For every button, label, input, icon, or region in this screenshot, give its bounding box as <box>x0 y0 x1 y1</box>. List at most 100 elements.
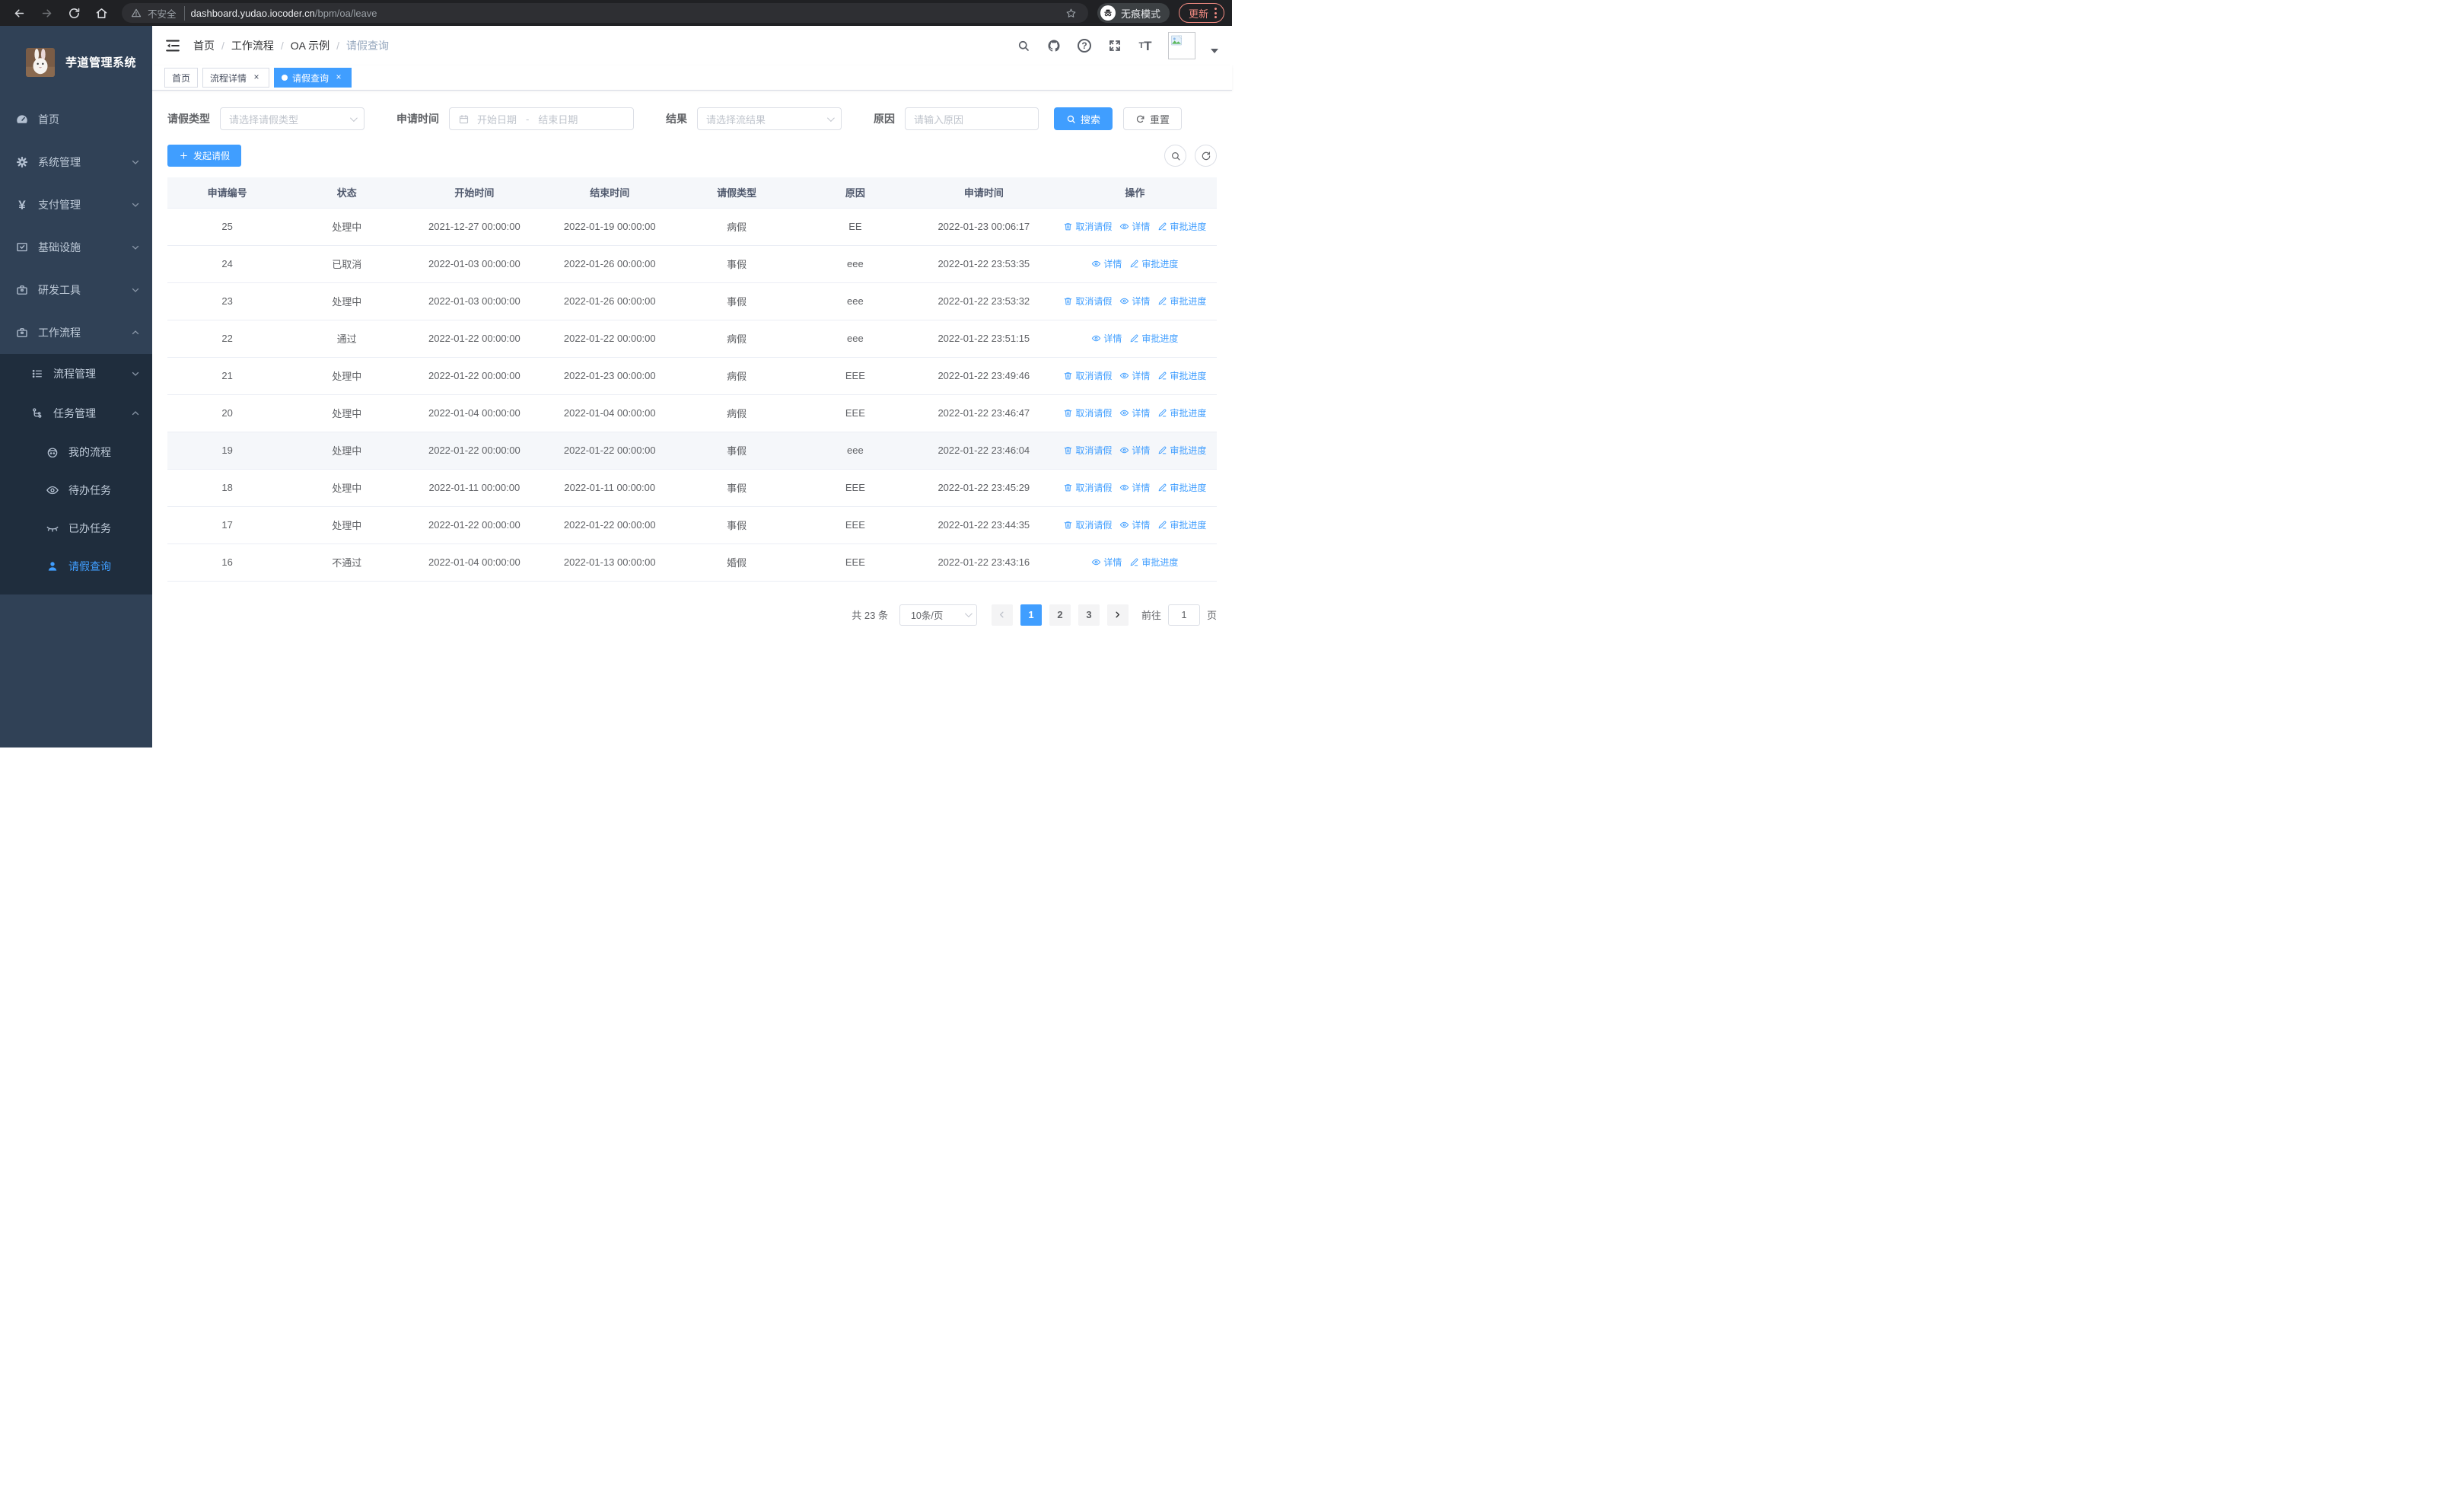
page-size-select[interactable]: 10条/页 <box>899 604 977 626</box>
search-icon <box>1067 115 1075 123</box>
plus-icon <box>180 152 187 159</box>
action-detail-link[interactable]: 详情 <box>1119 369 1150 382</box>
sidebar-item-infra[interactable]: 基础设施 <box>0 226 152 269</box>
page-button-2[interactable]: 2 <box>1049 604 1071 626</box>
breadcrumb-oa-example[interactable]: OA 示例 <box>291 38 329 53</box>
apply-time-range-picker[interactable]: 开始日期 - 结束日期 <box>449 107 634 130</box>
action-detail-link[interactable]: 详情 <box>1091 556 1122 569</box>
reason-input[interactable]: 请输入原因 <box>905 107 1039 130</box>
sidebar-item-leave-query[interactable]: 请假查询 <box>0 547 152 585</box>
leave-type-select[interactable]: 请选择请假类型 <box>220 107 365 130</box>
browser-update-button[interactable]: 更新 <box>1178 3 1224 23</box>
update-label[interactable]: 更新 <box>1189 6 1208 21</box>
action-cancel-link[interactable]: 取消请假 <box>1063 220 1112 233</box>
security-label[interactable]: 不安全 <box>148 5 185 21</box>
action-progress-link[interactable]: 审批进度 <box>1157 295 1206 308</box>
sidebar-item-system[interactable]: 系统管理 <box>0 141 152 183</box>
cell-id: 20 <box>167 394 288 432</box>
tab-home[interactable]: 首页 <box>164 68 199 88</box>
action-progress-link[interactable]: 审批进度 <box>1129 556 1178 569</box>
action-progress-link[interactable]: 审批进度 <box>1157 220 1206 233</box>
tab-process-detail[interactable]: 流程详情 × <box>202 68 270 88</box>
page-button-1[interactable]: 1 <box>1020 604 1042 626</box>
cell-start: 2022-01-22 00:00:00 <box>406 432 543 470</box>
sidebar-item-task-mgmt[interactable]: 任务管理 <box>0 394 152 433</box>
browser-reload-icon[interactable] <box>62 3 85 23</box>
tab-leave-query[interactable]: 请假查询 × <box>274 68 352 88</box>
cell-end: 2022-01-22 00:00:00 <box>542 506 678 544</box>
pen-icon <box>1159 483 1167 491</box>
sidebar-item-payment[interactable]: ¥ 支付管理 <box>0 183 152 226</box>
cell-actions: 详情 审批进度 <box>1052 320 1217 358</box>
action-detail-link[interactable]: 详情 <box>1119 481 1150 494</box>
sidebar-item-home[interactable]: 首页 <box>0 98 152 141</box>
font-size-icon[interactable]: TT <box>1138 38 1153 53</box>
header-search-icon[interactable] <box>1016 38 1031 53</box>
prev-page-button[interactable] <box>991 604 1013 626</box>
next-page-button[interactable] <box>1106 604 1129 626</box>
action-progress-link[interactable]: 审批进度 <box>1157 369 1206 382</box>
create-leave-button[interactable]: 发起请假 <box>167 145 242 167</box>
select-placeholder: 请选择流结果 <box>706 113 766 126</box>
action-cancel-link[interactable]: 取消请假 <box>1063 295 1112 308</box>
sidebar-item-devtools[interactable]: 研发工具 <box>0 269 152 311</box>
bookmark-star-icon[interactable] <box>1064 5 1079 21</box>
close-icon[interactable]: × <box>333 72 344 83</box>
goto-page-input[interactable] <box>1167 604 1200 626</box>
close-icon[interactable]: × <box>251 72 262 83</box>
github-icon[interactable] <box>1046 38 1062 53</box>
sidebar-item-todo-tasks[interactable]: 待办任务 <box>0 471 152 509</box>
action-cancel-link[interactable]: 取消请假 <box>1063 518 1112 531</box>
cell-type: 事假 <box>677 506 796 544</box>
sidebar-item-done-tasks[interactable]: 已办任务 <box>0 509 152 547</box>
action-detail-link[interactable]: 详情 <box>1091 257 1122 270</box>
sidebar-item-label: 请假查询 <box>68 560 111 572</box>
action-cancel-link[interactable]: 取消请假 <box>1063 481 1112 494</box>
page-button-3[interactable]: 3 <box>1078 604 1100 626</box>
action-label: 取消请假 <box>1075 295 1113 307</box>
browser-forward-icon[interactable] <box>35 3 58 23</box>
sidebar-collapse-icon[interactable] <box>164 37 181 54</box>
action-label: 审批进度 <box>1141 333 1179 344</box>
list-icon <box>30 367 44 381</box>
action-cancel-link[interactable]: 取消请假 <box>1063 369 1112 382</box>
avatar[interactable] <box>1168 32 1195 59</box>
sidebar-item-workflow[interactable]: 工作流程 <box>0 311 152 354</box>
browser-menu-icon[interactable] <box>1214 8 1217 18</box>
search-button[interactable]: 搜索 <box>1054 107 1113 130</box>
action-detail-link[interactable]: 详情 <box>1119 406 1150 419</box>
browser-back-icon[interactable] <box>8 3 30 23</box>
browser-home-icon[interactable] <box>90 3 113 23</box>
action-progress-link[interactable]: 审批进度 <box>1157 406 1206 419</box>
action-progress-link[interactable]: 审批进度 <box>1157 481 1206 494</box>
reset-button[interactable]: 重置 <box>1123 107 1183 130</box>
breadcrumb-workflow[interactable]: 工作流程 <box>231 38 274 53</box>
breadcrumb-separator: / <box>280 40 284 52</box>
refresh-table-button[interactable] <box>1195 145 1217 167</box>
address-bar[interactable]: 不安全 dashboard.yudao.iocoder.cn/bpm/oa/le… <box>122 3 1088 23</box>
action-cancel-link[interactable]: 取消请假 <box>1063 406 1112 419</box>
incognito-label: 无痕模式 <box>1120 8 1160 20</box>
action-detail-link[interactable]: 详情 <box>1091 332 1122 345</box>
action-detail-link[interactable]: 详情 <box>1119 295 1150 308</box>
action-progress-link[interactable]: 审批进度 <box>1157 518 1206 531</box>
action-cancel-link[interactable]: 取消请假 <box>1063 444 1112 457</box>
action-progress-link[interactable]: 审批进度 <box>1129 257 1178 270</box>
url-text[interactable]: dashboard.yudao.iocoder.cn/bpm/oa/leave <box>191 8 377 19</box>
sidebar-item-my-process[interactable]: 我的流程 <box>0 433 152 471</box>
action-progress-link[interactable]: 审批进度 <box>1129 332 1178 345</box>
action-progress-link[interactable]: 审批进度 <box>1157 444 1206 457</box>
cell-end: 2022-01-26 00:00:00 <box>542 282 678 320</box>
toggle-search-button[interactable] <box>1164 145 1186 167</box>
action-detail-link[interactable]: 详情 <box>1119 518 1150 531</box>
sidebar-item-process-mgmt[interactable]: 流程管理 <box>0 354 152 394</box>
fullscreen-icon[interactable] <box>1107 38 1122 53</box>
app-logo[interactable]: 芋道管理系统 <box>0 26 152 98</box>
action-detail-link[interactable]: 详情 <box>1119 220 1150 233</box>
breadcrumb-home[interactable]: 首页 <box>193 38 215 53</box>
help-icon[interactable]: ? <box>1077 38 1092 53</box>
chevron-down-icon <box>131 285 140 295</box>
avatar-caret-icon[interactable] <box>1211 49 1218 53</box>
action-detail-link[interactable]: 详情 <box>1119 444 1150 457</box>
result-select[interactable]: 请选择流结果 <box>697 107 842 130</box>
